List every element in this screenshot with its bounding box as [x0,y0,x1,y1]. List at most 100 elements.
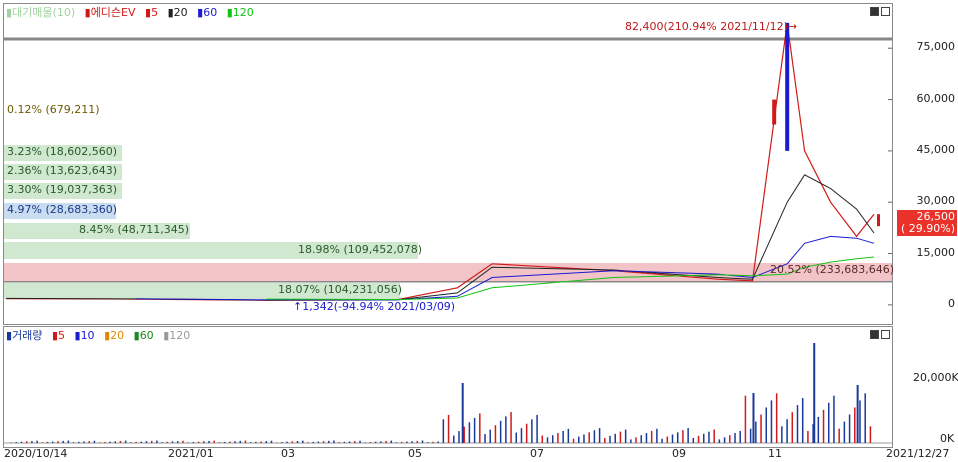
volume-bar [380,441,382,443]
volume-bar [135,441,137,443]
volume-bar [426,442,429,443]
volume-bar [854,407,856,443]
volume-bar [104,442,106,443]
volume-bar [192,442,195,443]
volume-bar [275,442,278,443]
volume-bar [270,440,273,443]
volume-bar [114,441,116,443]
volume-bar [286,441,288,443]
volume-bar [234,441,236,443]
volume-profile-label: 8.45% (48,711,345) [79,223,190,236]
volume-bar [718,439,721,443]
volume-bar [307,442,309,443]
volume-bar [239,440,241,443]
volume-bar [395,442,398,443]
volume-profile-label: 18.07% (104,231,056) [278,283,403,296]
volume-spike-1 [752,393,755,443]
volume-bar [723,437,726,443]
volume-bar [525,423,528,443]
volume-bar [453,435,455,443]
volume-bar [588,432,590,443]
price-chart-panel[interactable]: ▮대기매물(10) ▮에디슨EV ▮5 ▮20 ▮60 ▮120 [3,3,893,325]
candle-1 [772,99,777,125]
price-axis-label: 75,000 [916,40,956,54]
volume-bar [67,440,70,443]
time-axis-label: 07 [530,447,544,460]
volume-bar [150,440,153,443]
volume-bar [864,393,866,443]
volume-bar [708,431,710,443]
volume-bar [260,441,262,443]
volume-bar [640,435,643,443]
peak-candle [785,22,790,151]
volume-bar [671,434,674,443]
volume-bar [203,441,205,443]
volume-bar [296,440,299,443]
volume-bar [760,414,762,443]
volume-bar [229,441,231,443]
time-axis-label: 2020/10/14 [4,447,68,460]
volume-bar [46,441,49,443]
volume-bar [656,428,658,443]
volume-bar [197,441,200,443]
time-axis-label: 2021/01 [168,447,214,460]
volume-bar [218,442,221,443]
volume-bar [400,441,403,443]
volume-profile-label: 2.36% (13,623,643) [7,164,118,177]
volume-bar [572,438,575,443]
volume-bar [635,437,637,443]
volume-bar [843,421,846,443]
volume-spike-2 [813,343,816,443]
volume-bar [520,428,523,443]
volume-bar [786,419,788,443]
volume-bar [317,441,320,443]
volume-bar [291,441,294,443]
volume-bar [41,442,44,443]
volume-bar [249,442,252,443]
volume-bar [93,440,96,443]
volume-bar [385,440,387,443]
volume-bar [348,441,351,443]
volume-bar [801,398,804,443]
volume-bar [10,442,12,443]
volume-bar [562,430,564,443]
volume-chart-panel[interactable]: ▮거래량 ▮5 ▮10 ▮20 ▮60 ▮120 [3,326,893,448]
volume-bar [484,434,486,443]
volume-spike-0 [461,383,464,443]
last-candle [877,214,880,227]
volume-bar [551,435,554,443]
volume-bar [848,414,851,443]
volume-bar [645,433,648,443]
volume-bar [72,442,75,443]
volume-bar [473,417,476,443]
price-axis-label: 45,000 [916,142,956,156]
volume-bar [109,441,111,443]
volume-bar [255,441,257,443]
volume-bar [827,402,830,443]
volume-bar [489,429,491,443]
volume-bar [62,440,64,443]
volume-bar [494,425,497,443]
volume-bar [458,431,460,443]
volume-bar [755,421,757,443]
volume-bar [531,419,533,443]
volume-bar [468,422,471,443]
volume-bar [421,440,424,443]
volume-bar [390,440,393,443]
volume-bar [411,441,413,443]
volume-bar [328,440,330,443]
volume-axis-label-zero: 0K [940,432,955,445]
volume-bar [661,438,663,443]
volume-bar [817,416,820,443]
volume-bar [432,441,434,443]
volume-bar [781,426,783,443]
volume-bar [166,441,169,443]
volume-bar [515,432,518,443]
volume-bar [822,409,825,443]
volume-bar [281,442,283,443]
volume-bar [208,440,210,443]
volume-bar [98,442,101,443]
current-change: ( 29.90%) [900,222,955,235]
volume-profile-label: 3.30% (19,037,363) [7,183,118,196]
volume-profile-label: 20.52% (233,683,646) [770,263,895,276]
